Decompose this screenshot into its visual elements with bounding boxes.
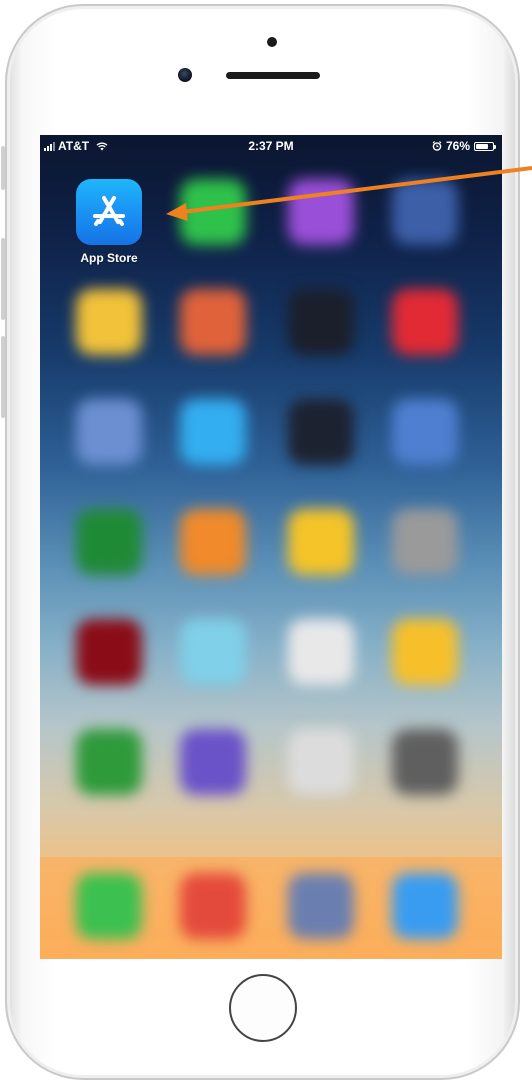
mute-switch [1, 146, 5, 190]
alarm-clock-icon [432, 141, 442, 151]
status-bar-right: 76% [432, 139, 496, 153]
blurred-app-icon[interactable] [288, 399, 354, 465]
blurred-app-icon[interactable] [392, 179, 458, 245]
volume-down-button [1, 336, 5, 418]
battery-level-fill [476, 143, 489, 149]
blurred-dock-app-icon[interactable] [288, 873, 354, 939]
app-store-label[interactable]: App Store [66, 251, 152, 265]
status-bar: AT&T 2:37 PM 76% [40, 135, 502, 157]
blurred-app-icon[interactable] [392, 399, 458, 465]
home-button[interactable] [229, 974, 297, 1042]
blurred-app-icon[interactable] [76, 619, 142, 685]
blurred-app-icon[interactable] [392, 729, 458, 795]
blurred-app-icon[interactable] [392, 509, 458, 575]
blurred-app-icon[interactable] [392, 619, 458, 685]
battery-icon [474, 141, 496, 151]
home-screen: AT&T 2:37 PM 76% App Store [40, 135, 502, 959]
blurred-app-icon[interactable] [288, 179, 354, 245]
blurred-app-icon[interactable] [288, 729, 354, 795]
blurred-app-icon[interactable] [76, 729, 142, 795]
blurred-app-icon[interactable] [180, 619, 246, 685]
front-camera-icon [178, 68, 192, 82]
earpiece-speaker [226, 72, 320, 79]
blurred-app-icon[interactable] [392, 289, 458, 355]
blurred-app-icon[interactable] [288, 289, 354, 355]
volume-up-button [1, 238, 5, 320]
blurred-app-icon[interactable] [180, 729, 246, 795]
blurred-dock-app-icon[interactable] [392, 873, 458, 939]
blurred-app-icon[interactable] [180, 399, 246, 465]
blurred-app-icon[interactable] [180, 289, 246, 355]
battery-percent: 76% [445, 139, 470, 153]
proximity-sensor [267, 37, 277, 47]
blurred-app-icon[interactable] [76, 509, 142, 575]
blurred-app-icon[interactable] [288, 509, 354, 575]
blurred-dock-app-icon[interactable] [180, 873, 246, 939]
blurred-app-icon[interactable] [180, 179, 246, 245]
blurred-dock-app-icon[interactable] [76, 873, 142, 939]
app-store-app-icon[interactable] [76, 179, 142, 245]
blurred-app-icon[interactable] [76, 289, 142, 355]
blurred-app-icon[interactable] [288, 619, 354, 685]
blurred-app-icon[interactable] [180, 509, 246, 575]
app-store-icon [93, 196, 125, 226]
blurred-app-icon[interactable] [76, 399, 142, 465]
